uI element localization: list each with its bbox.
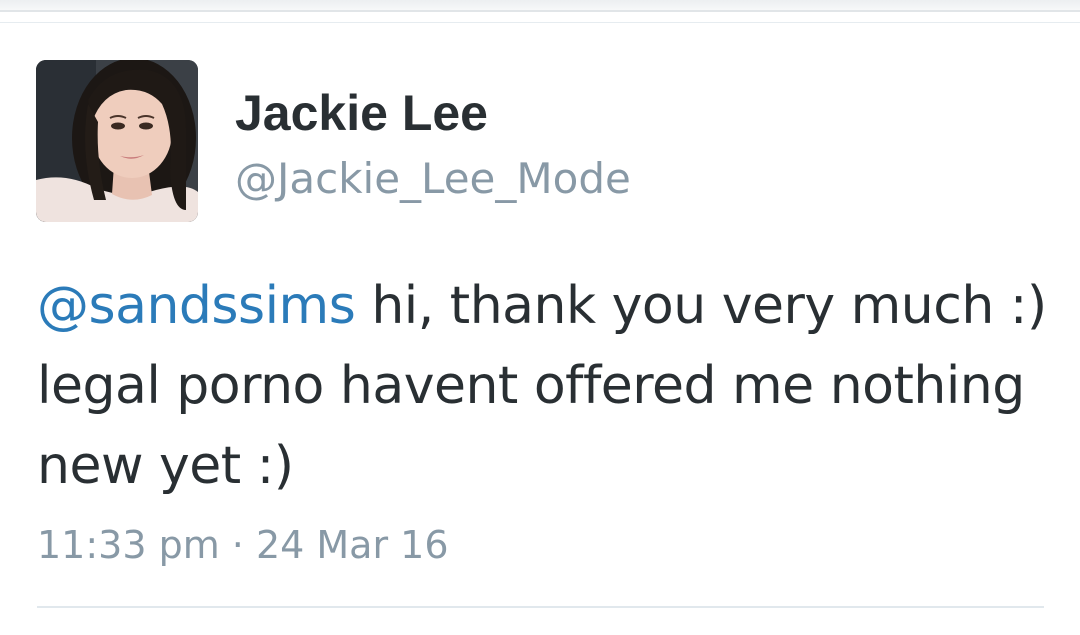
display-name[interactable]: Jackie Lee [235, 83, 488, 143]
avatar[interactable] [36, 60, 198, 222]
tweet-text: @sandssims hi, thank you very much :) le… [37, 266, 1047, 506]
mention-link[interactable]: @sandssims [37, 276, 356, 336]
top-app-bar-edge [0, 0, 1080, 12]
bottom-divider [37, 606, 1044, 608]
tweet-timestamp[interactable]: 11:33 pm · 24 Mar 16 [37, 521, 449, 569]
user-handle[interactable]: @Jackie_Lee_Mode [235, 153, 631, 205]
profile-photo-icon [36, 60, 198, 222]
tweet-detail: Jackie Lee @Jackie_Lee_Mode @sandssims h… [0, 23, 1080, 635]
